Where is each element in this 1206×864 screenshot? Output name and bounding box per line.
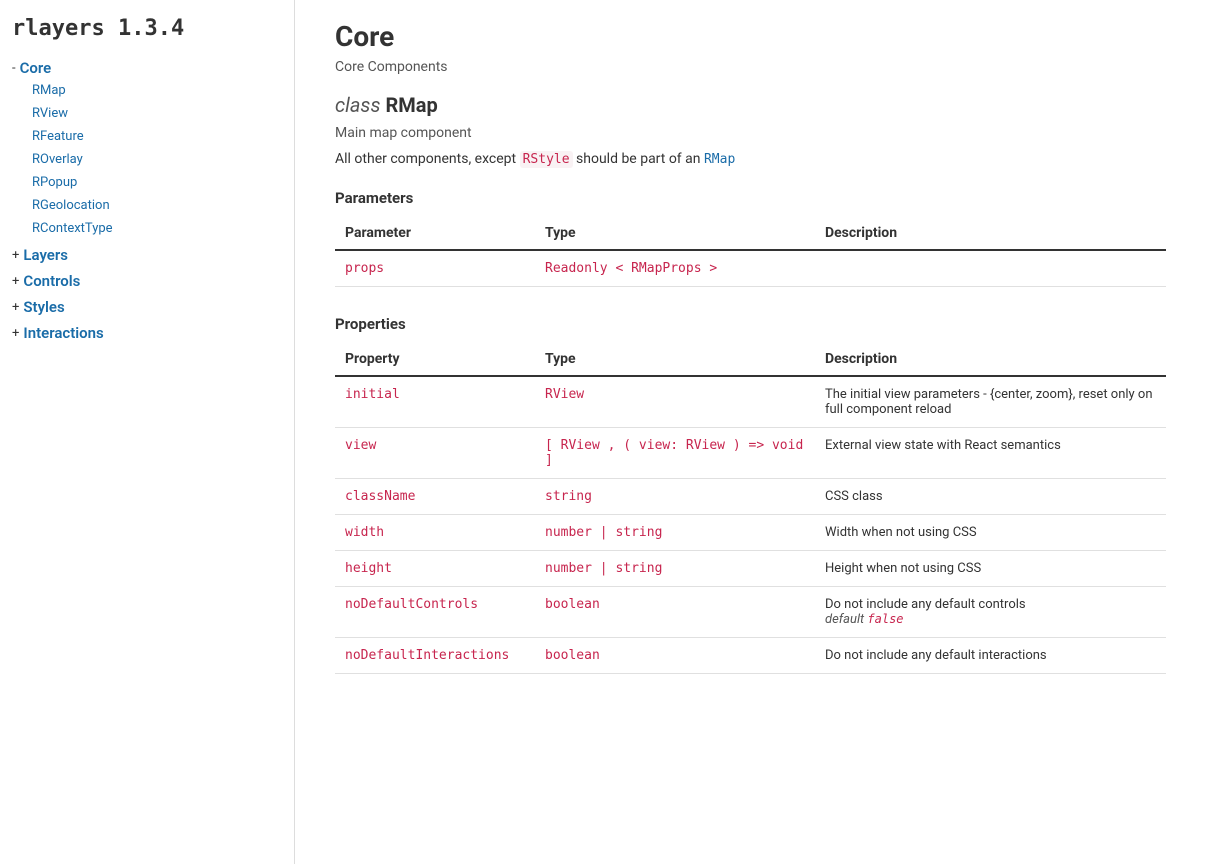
property-type: [ RView , ( view: RView ) => void ]: [535, 428, 815, 479]
class-description: Main map component: [335, 125, 1166, 141]
property-col-header: Property: [335, 343, 535, 376]
property-name: height: [335, 551, 535, 587]
class-name: RMap: [385, 93, 437, 117]
param-type: Readonly < RMapProps >: [535, 250, 815, 287]
sidebar-section-header-controls: + Controls: [12, 272, 282, 290]
sidebar-section-core: -Core RMap RView RFeature ROverlay RPopup RGeo…: [12, 59, 282, 238]
type-col-header: Type: [535, 217, 815, 250]
parameters-table: Parameter Type Description propsReadonly…: [335, 217, 1166, 287]
class-note-code1: RStyle: [520, 151, 573, 168]
sidebar-toggle-controls[interactable]: +: [12, 274, 19, 289]
property-type: number | string: [535, 551, 815, 587]
table-row: classNamestringCSS class: [335, 479, 1166, 515]
property-type: RView: [535, 376, 815, 428]
class-header: class RMap: [335, 93, 1166, 117]
sidebar-item-rpopup[interactable]: RPopup: [32, 173, 282, 192]
sidebar-section-controls: + Controls: [12, 272, 282, 290]
class-note-middle: should be part of an: [573, 151, 704, 167]
sidebar-item-rfeature[interactable]: RFeature: [32, 127, 282, 146]
prop-desc-col-header: Description: [815, 343, 1166, 376]
property-desc: Width when not using CSS: [815, 515, 1166, 551]
property-desc: External view state with React semantics: [815, 428, 1166, 479]
sidebar-item-rcontexttype[interactable]: RContextType: [32, 219, 282, 238]
property-type: boolean: [535, 587, 815, 638]
sidebar-children-core: RMap RView RFeature ROverlay RPopup RGeolocat…: [12, 81, 282, 238]
sidebar-item-core[interactable]: Core: [20, 59, 52, 77]
class-note-prefix: All other components, except: [335, 151, 520, 167]
sidebar-item-interactions[interactable]: Interactions: [23, 324, 103, 342]
page-subtitle: Core Components: [335, 59, 1166, 75]
sidebar-nav: -Core RMap RView RFeature ROverlay RPopup RGeo…: [12, 59, 282, 342]
class-keyword: class: [335, 93, 380, 117]
page-title: Core: [335, 20, 1166, 53]
table-row: widthnumber | stringWidth when not using…: [335, 515, 1166, 551]
app-title: rlayers 1.3.4: [12, 16, 282, 41]
property-name: noDefaultControls: [335, 587, 535, 638]
property-type: string: [535, 479, 815, 515]
property-type: boolean: [535, 638, 815, 674]
sidebar-section-header-interactions: + Interactions: [12, 324, 282, 342]
sidebar-section-header-styles: + Styles: [12, 298, 282, 316]
sidebar-item-rview[interactable]: RView: [32, 104, 282, 123]
table-row: propsReadonly < RMapProps >: [335, 250, 1166, 287]
sidebar-toggle-core[interactable]: -: [12, 61, 16, 76]
sidebar-section-layers: + Layers: [12, 246, 282, 264]
param-desc: [815, 250, 1166, 287]
property-desc: Do not include any default controlsdefau…: [815, 587, 1166, 638]
class-note: All other components, except RStyle shou…: [335, 151, 1166, 167]
sidebar-item-roverlay[interactable]: ROverlay: [32, 150, 282, 169]
sidebar-item-rmap[interactable]: RMap: [32, 81, 282, 100]
class-note-code2: RMap: [704, 152, 735, 167]
sidebar-item-rgeolocation[interactable]: RGeolocation: [32, 196, 282, 215]
table-row: initialRViewThe initial view parameters …: [335, 376, 1166, 428]
parameters-title: Parameters: [335, 189, 1166, 207]
sidebar-toggle-layers[interactable]: +: [12, 248, 19, 263]
property-name: noDefaultInteractions: [335, 638, 535, 674]
table-row: noDefaultInteractionsbooleanDo not inclu…: [335, 638, 1166, 674]
sidebar-toggle-styles[interactable]: +: [12, 300, 19, 315]
property-type: number | string: [535, 515, 815, 551]
table-row: heightnumber | stringHeight when not usi…: [335, 551, 1166, 587]
property-desc: CSS class: [815, 479, 1166, 515]
sidebar-section-header-layers: + Layers: [12, 246, 282, 264]
sidebar-section-header-core: -Core: [12, 59, 282, 77]
param-name: props: [335, 250, 535, 287]
properties-title: Properties: [335, 315, 1166, 333]
properties-table: Property Type Description initialRViewTh…: [335, 343, 1166, 674]
table-row: view[ RView , ( view: RView ) => void ]E…: [335, 428, 1166, 479]
sidebar-item-styles[interactable]: Styles: [23, 298, 64, 316]
sidebar-section-styles: + Styles: [12, 298, 282, 316]
desc-col-header: Description: [815, 217, 1166, 250]
property-name: view: [335, 428, 535, 479]
property-desc: Height when not using CSS: [815, 551, 1166, 587]
property-name: className: [335, 479, 535, 515]
property-desc: The initial view parameters - {center, z…: [815, 376, 1166, 428]
sidebar-toggle-interactions[interactable]: +: [12, 326, 19, 341]
sidebar-section-interactions: + Interactions: [12, 324, 282, 342]
property-name: width: [335, 515, 535, 551]
sidebar-item-layers[interactable]: Layers: [23, 246, 68, 264]
property-default: default false: [825, 612, 904, 627]
prop-type-col-header: Type: [535, 343, 815, 376]
sidebar: rlayers 1.3.4 -Core RMap RView RFeature ROve…: [0, 0, 295, 864]
table-row: noDefaultControlsbooleanDo not include a…: [335, 587, 1166, 638]
property-desc: Do not include any default interactions: [815, 638, 1166, 674]
sidebar-item-controls[interactable]: Controls: [23, 272, 80, 290]
property-name: initial: [335, 376, 535, 428]
main-content: Core Core Components class RMap Main map…: [295, 0, 1206, 864]
param-col-header: Parameter: [335, 217, 535, 250]
